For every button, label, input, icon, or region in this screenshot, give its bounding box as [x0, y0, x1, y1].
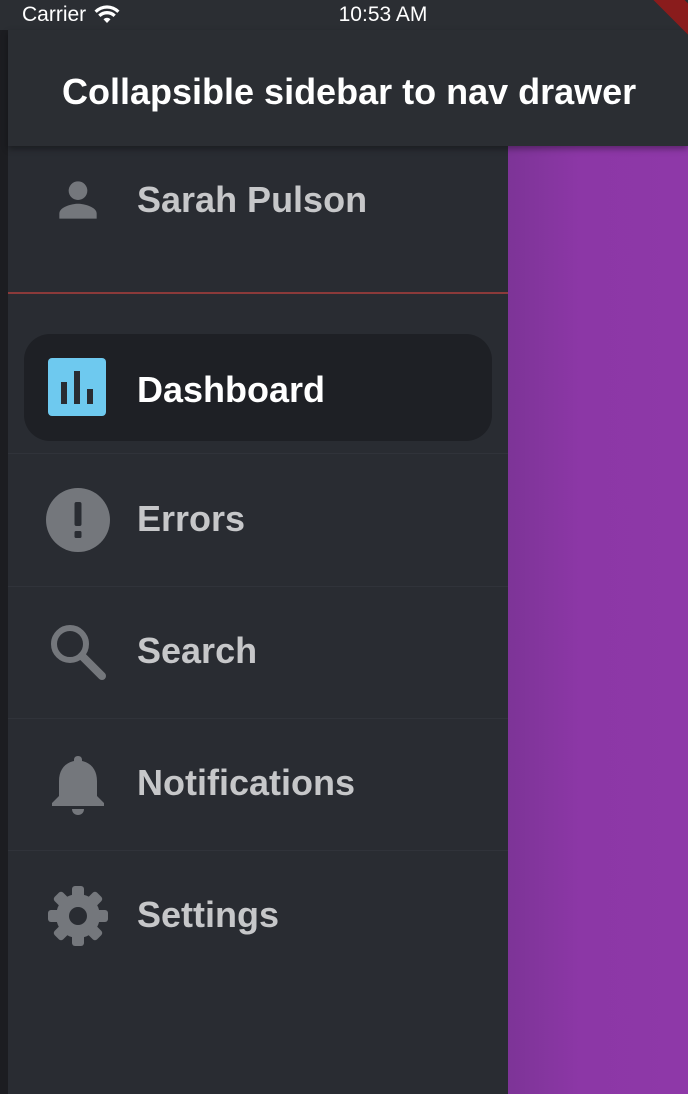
- search-icon: [51, 625, 106, 680]
- sidebar-item-label: Notifications: [137, 762, 356, 803]
- bell-icon: [52, 756, 104, 815]
- window-edge: [0, 0, 8, 1094]
- gear-icon: [48, 886, 108, 946]
- sidebar-item-settings[interactable]: Settings: [8, 850, 508, 982]
- divider: [8, 292, 508, 294]
- page-title: Collapsible sidebar to nav drawer: [62, 71, 637, 112]
- sidebar-item-label: Search: [137, 630, 258, 671]
- person-icon: [59, 181, 97, 219]
- main-content-area: [508, 146, 688, 1094]
- sidebar-item-label: Settings: [137, 894, 280, 935]
- app-bar: Collapsible sidebar to nav drawer: [8, 30, 688, 146]
- error-icon: [46, 488, 110, 552]
- profile-name: Sarah Pulson: [137, 179, 368, 220]
- status-bar: Carrier 10:53 AM: [0, 0, 688, 30]
- sidebar-item-label: Dashboard: [137, 369, 326, 410]
- sidebar-item-notifications[interactable]: Notifications: [8, 718, 508, 851]
- profile-header[interactable]: Sarah Pulson: [8, 146, 508, 292]
- sidebar-item-errors[interactable]: Errors: [8, 454, 508, 587]
- sidebar-item-search[interactable]: Search: [8, 586, 508, 719]
- sidebar-item-dashboard[interactable]: Dashboard: [8, 314, 508, 454]
- sidebar: Sarah Pulson Dashboard Errors Search Not…: [8, 146, 508, 1094]
- bar-chart-icon: [48, 358, 106, 416]
- sidebar-item-label: Errors: [137, 498, 246, 539]
- status-time: 10:53 AM: [338, 3, 428, 26]
